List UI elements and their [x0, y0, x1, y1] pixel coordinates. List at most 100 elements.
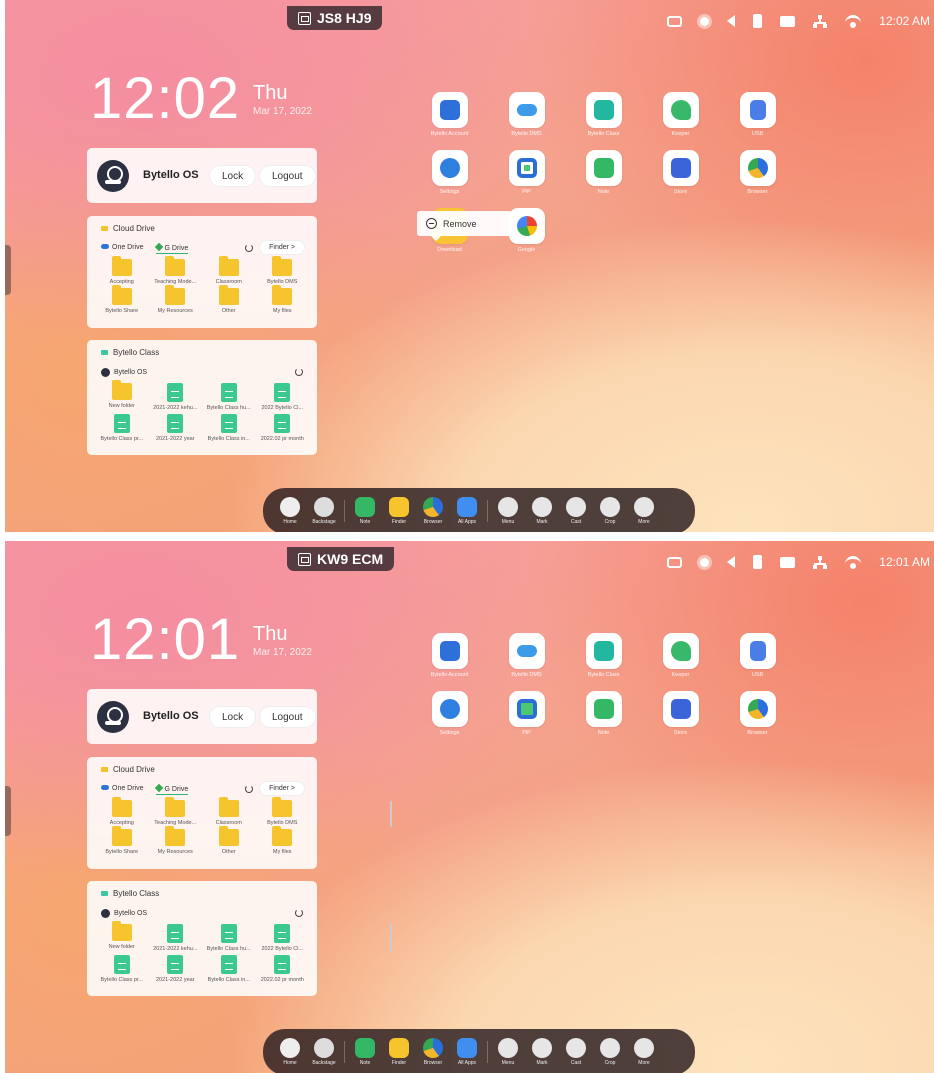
dock-all-apps[interactable]: All Apps	[450, 497, 484, 525]
side-drawer-handle[interactable]	[5, 245, 11, 295]
list-item[interactable]: Bytello Class in...	[202, 414, 256, 442]
app-note[interactable]: Note	[565, 150, 642, 195]
brightness-icon[interactable]	[700, 557, 710, 567]
list-item[interactable]: My files	[256, 285, 310, 314]
volume-icon[interactable]	[727, 15, 736, 27]
list-item[interactable]: Bytello DMS	[256, 256, 310, 285]
list-item[interactable]: 2022 Bytello Cl...	[256, 924, 310, 952]
dock-finder[interactable]: Finder	[382, 1038, 416, 1066]
dock-mark[interactable]: Mark	[525, 1038, 559, 1066]
dock-note[interactable]: Note	[348, 497, 382, 525]
dock-finder[interactable]: Finder	[382, 497, 416, 525]
dock-crop[interactable]: Crop	[593, 1038, 627, 1066]
list-item[interactable]: 2022 Bytello Cl...	[256, 383, 310, 411]
app-usb[interactable]: USB	[719, 633, 796, 678]
list-item[interactable]: My files	[256, 826, 310, 855]
app-usb[interactable]: USB	[719, 92, 796, 137]
list-item[interactable]: Other	[202, 285, 256, 314]
list-item[interactable]: Bytello Share	[95, 826, 149, 855]
list-item[interactable]: Classroom	[202, 797, 256, 826]
logout-button[interactable]: Logout	[259, 165, 316, 187]
wifi-icon[interactable]	[845, 556, 862, 569]
refresh-icon[interactable]	[245, 785, 253, 793]
network-icon[interactable]	[813, 555, 828, 569]
app-store[interactable]: Store	[642, 150, 719, 195]
list-item[interactable]: 2021-2022 year	[149, 955, 203, 983]
dock-menu[interactable]: Menu	[491, 1038, 525, 1066]
app-keeper[interactable]: Keeper	[642, 633, 719, 678]
dock-more[interactable]: More	[627, 1038, 661, 1066]
scrollbar[interactable]	[390, 923, 392, 953]
list-item[interactable]: Teaching Mode...	[149, 256, 203, 285]
usb-icon[interactable]	[753, 555, 763, 569]
dock-crop[interactable]: Crop	[593, 497, 627, 525]
display-icon[interactable]	[780, 15, 796, 27]
app-store[interactable]: Store	[642, 691, 719, 736]
refresh-icon[interactable]	[295, 368, 303, 376]
app-bytello-class[interactable]: Bytello Class	[565, 633, 642, 678]
app-note[interactable]: Note	[565, 691, 642, 736]
app-browser[interactable]: Browser	[719, 150, 796, 195]
list-item[interactable]: Bytello DMS	[256, 797, 310, 826]
side-drawer-handle[interactable]	[5, 786, 11, 836]
refresh-icon[interactable]	[295, 909, 303, 917]
list-item[interactable]: Bytello Class hu...	[202, 383, 256, 411]
app-bytello-dms[interactable]: Bytello DMS	[488, 633, 565, 678]
list-item[interactable]: Teaching Mode...	[149, 797, 203, 826]
list-item[interactable]: 2021-2022 year	[149, 414, 203, 442]
list-item[interactable]: Bytello Share	[95, 285, 149, 314]
logout-button[interactable]: Logout	[259, 706, 316, 728]
remove-menu-item[interactable]: Remove	[443, 219, 477, 229]
scrollbar[interactable]	[390, 801, 392, 827]
volume-icon[interactable]	[727, 556, 736, 568]
list-item[interactable]: New folder	[95, 380, 149, 411]
list-item[interactable]: My Resources	[149, 285, 203, 314]
list-item[interactable]: Bytello Class in...	[202, 955, 256, 983]
list-item[interactable]: Bytello Class pr...	[95, 955, 149, 983]
app-browser[interactable]: Browser	[719, 691, 796, 736]
dock-backstage[interactable]: Backstage	[307, 1038, 341, 1066]
list-item[interactable]: Accepting	[95, 797, 149, 826]
dock-browser[interactable]: Browser	[416, 1038, 450, 1066]
display-icon[interactable]	[780, 556, 796, 568]
tab-g-drive[interactable]: G Drive	[154, 242, 189, 254]
list-item[interactable]: Classroom	[202, 256, 256, 285]
dock-home[interactable]: Home	[273, 1038, 307, 1066]
dock-mark[interactable]: Mark	[525, 497, 559, 525]
usb-icon[interactable]	[753, 14, 763, 28]
app-bytello-account[interactable]: Bytello Account	[411, 633, 488, 678]
app-pip[interactable]: PiP	[488, 691, 565, 736]
brightness-icon[interactable]	[700, 16, 710, 26]
tab-one-drive[interactable]: One Drive	[101, 785, 144, 795]
list-item[interactable]: 2022.02 pr month	[256, 955, 310, 983]
finder-button[interactable]: Finder >	[259, 781, 305, 796]
list-item[interactable]: 2022.02 pr month	[256, 414, 310, 442]
app-keeper[interactable]: Keeper	[642, 92, 719, 137]
finder-button[interactable]: Finder >	[259, 240, 305, 255]
dock-backstage[interactable]: Backstage	[307, 497, 341, 525]
tab-g-drive[interactable]: G Drive	[154, 783, 189, 795]
app-settings[interactable]: Settings	[411, 691, 488, 736]
dock-cast[interactable]: Cast	[559, 1038, 593, 1066]
dock-cast[interactable]: Cast	[559, 497, 593, 525]
switch-icon[interactable]	[667, 556, 683, 568]
list-item[interactable]: My Resources	[149, 826, 203, 855]
app-settings[interactable]: Settings	[411, 150, 488, 195]
list-item[interactable]: Bytello Class pr...	[95, 414, 149, 442]
list-item[interactable]: 2021-2022 kehu...	[149, 383, 203, 411]
list-item[interactable]: Other	[202, 826, 256, 855]
dock-menu[interactable]: Menu	[491, 497, 525, 525]
dock-more[interactable]: More	[627, 497, 661, 525]
list-item[interactable]: Accepting	[95, 256, 149, 285]
app-pip[interactable]: PiP	[488, 150, 565, 195]
app-bytello-account[interactable]: Bytello Account	[411, 92, 488, 137]
app-bytello-class[interactable]: Bytello Class	[565, 92, 642, 137]
dock-home[interactable]: Home	[273, 497, 307, 525]
lock-button[interactable]: Lock	[209, 165, 257, 187]
switch-icon[interactable]	[667, 15, 683, 27]
list-item[interactable]: Bytello Class hu...	[202, 924, 256, 952]
list-item[interactable]: 2021-2022 kehu...	[149, 924, 203, 952]
refresh-icon[interactable]	[245, 244, 253, 252]
dock-all-apps[interactable]: All Apps	[450, 1038, 484, 1066]
list-item[interactable]: New folder	[95, 921, 149, 952]
